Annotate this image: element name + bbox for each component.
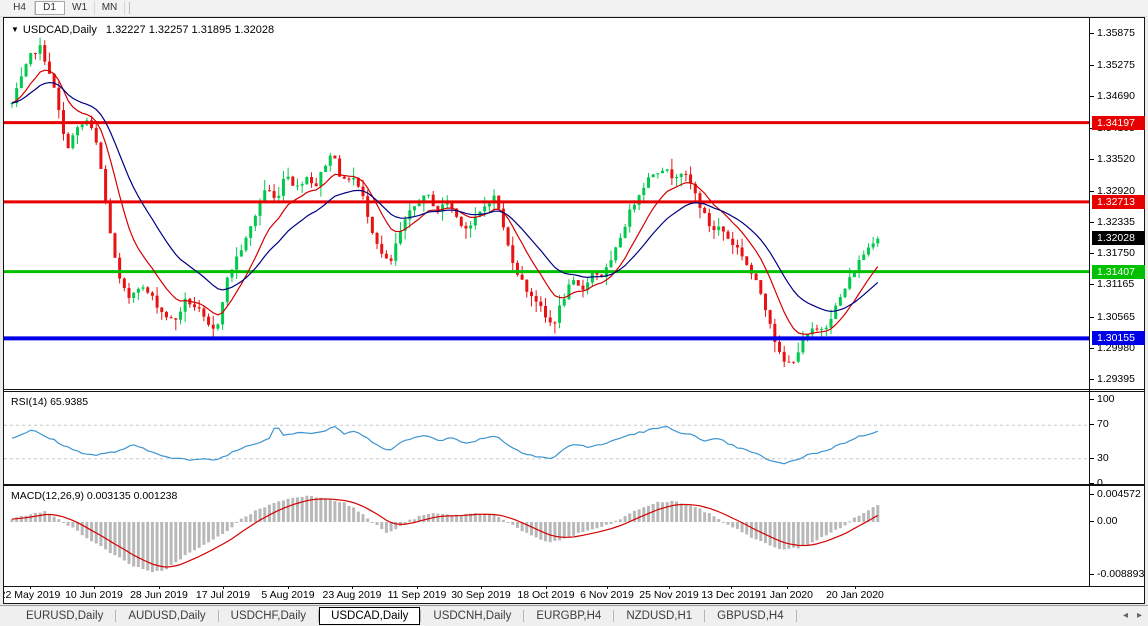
candlestick-chart[interactable] [4,18,1144,389]
date-label: 6 Nov 2019 [580,589,634,601]
date-label: 28 Jun 2019 [130,589,188,601]
price-tick-label: 1.31165 [1090,277,1145,291]
timeframe-button-mn[interactable]: MN [95,1,125,15]
axis-tick-mark [1090,574,1094,575]
price-tick-label: 1.30565 [1090,310,1145,324]
toolbar-separator [129,2,130,14]
axis-tick-mark [1090,96,1094,97]
tab-separator [796,610,797,622]
price-tick-label: 1.29395 [1090,372,1145,386]
axis-tick-mark [1090,33,1094,34]
chart-window: ▼ USDCAD,Daily 1.32227 1.32257 1.31895 1.3… [3,17,1145,604]
macd-tick-label: 0.004572 [1090,487,1145,501]
tab-gbpusd-h4[interactable]: GBPUSD,H4 [705,607,795,625]
date-label: 5 Aug 2019 [261,589,314,601]
date-label: 13 Dec 2019 [701,589,761,601]
timeframe-button-h4[interactable]: H4 [5,1,35,15]
axis-tick-mark [1090,284,1094,285]
chart-title-ohlc: 1.32227 1.32257 1.31895 1.32028 [106,24,274,36]
date-label: 30 Sep 2019 [451,589,511,601]
current-price-tag: 1.32028 [1092,231,1145,245]
axis-tick-mark [1090,379,1094,380]
level-price-tag: 1.34197 [1092,116,1145,130]
rsi-panel[interactable]: RSI(14) 65.9385 [4,391,1144,485]
date-label: 10 Jun 2019 [65,589,123,601]
date-label: 25 Nov 2019 [639,589,699,601]
axis-tick-mark [1090,159,1094,160]
main-chart-panel[interactable]: ▼ USDCAD,Daily 1.32227 1.32257 1.31895 1.3… [4,18,1144,390]
mt4-window: { "toolbar": { "buttons": [ {"label": "H… [0,0,1148,626]
axis-tick-mark [1090,424,1094,425]
axis-tick-mark [1090,253,1094,254]
axis-tick-mark [1090,521,1094,522]
rsi-label: RSI(14) 65.9385 [11,396,88,408]
tab-usdcnh-daily[interactable]: USDCNH,Daily [421,607,523,625]
date-label: 11 Sep 2019 [388,589,447,601]
axis-tick-mark [1090,317,1094,318]
axis-tick-mark [1090,458,1094,459]
date-label: 1 Jan 2020 [761,589,813,601]
timeframe-button-w1[interactable]: W1 [65,1,95,15]
chart-title-symbol: USDCAD,Daily [23,24,97,36]
tab-scroll-arrows: ◂▸ [1123,610,1142,621]
tab-usdcad-daily[interactable]: USDCAD,Daily [319,607,420,625]
price-axis[interactable]: 1.358751.352751.346901.341051.335201.329… [1090,18,1145,586]
date-axis[interactable]: 22 May 2019 10 Jun 2019 28 Jun 2019 17 Jul … [4,586,1144,605]
tab-eurusd-daily[interactable]: EURUSD,Daily [14,607,115,625]
macd-panel[interactable]: MACD(12,26,9) 0.003135 0.001238 [4,485,1144,587]
axis-tick-mark [1090,399,1094,400]
tab-audusd-daily[interactable]: AUDUSD,Daily [116,607,217,625]
macd-histogram [11,496,880,572]
level-price-tag: 1.30155 [1092,331,1145,345]
tabs-scroll-left-icon[interactable]: ◂ [1123,610,1128,621]
macd-tick-label: -0.008893 [1090,567,1145,581]
price-tick-label: 1.34690 [1090,89,1145,103]
price-tick-label: 1.32335 [1090,215,1145,229]
level-price-tag: 1.31407 [1092,265,1145,279]
axis-tick-mark [1090,483,1094,484]
rsi-tick-label: 100 [1090,392,1145,406]
tab-eurgbp-h4[interactable]: EURGBP,H4 [524,607,613,625]
price-tick-label: 1.35275 [1090,58,1145,72]
axis-tick-mark [1090,222,1094,223]
rsi-chart[interactable] [4,392,1144,484]
level-price-tag: 1.32713 [1092,195,1145,209]
price-tick-label: 1.33520 [1090,152,1145,166]
macd-label: MACD(12,26,9) 0.003135 0.001238 [11,490,177,502]
tab-nzdusd-h1[interactable]: NZDUSD,H1 [614,607,704,625]
date-label: 17 Jul 2019 [196,589,250,601]
rsi-line [12,427,878,464]
tab-usdchf-daily[interactable]: USDCHF,Daily [219,607,318,625]
collapse-arrow-icon[interactable]: ▼ [11,25,19,34]
date-label: 22 May 2019 [4,589,60,601]
axis-tick-mark [1090,348,1094,349]
price-tick-label: 1.35875 [1090,26,1145,40]
date-label: 18 Oct 2019 [517,589,574,601]
axis-tick-mark [1090,191,1094,192]
macd-tick-label: 0.00 [1090,514,1145,528]
chart-title: ▼ USDCAD,Daily 1.32227 1.32257 1.31895 1.3… [11,24,274,36]
tabs-scroll-right-icon[interactable]: ▸ [1137,610,1142,621]
date-label: 23 Aug 2019 [323,589,382,601]
rsi-tick-label: 70 [1090,417,1145,431]
chart-tabs-bar: EURUSD,DailyAUDUSD,DailyUSDCHF,DailyUSDC… [0,605,1148,626]
rsi-tick-label: 30 [1090,451,1145,465]
axis-tick-mark [1090,65,1094,66]
price-tick-label: 1.31750 [1090,246,1145,260]
timeframe-button-d1[interactable]: D1 [35,1,65,15]
ma-slow-line [12,83,878,312]
date-label: 20 Jan 2020 [826,589,884,601]
axis-tick-mark [1090,494,1094,495]
timeframe-toolbar: H4D1W1MN [0,0,1148,17]
